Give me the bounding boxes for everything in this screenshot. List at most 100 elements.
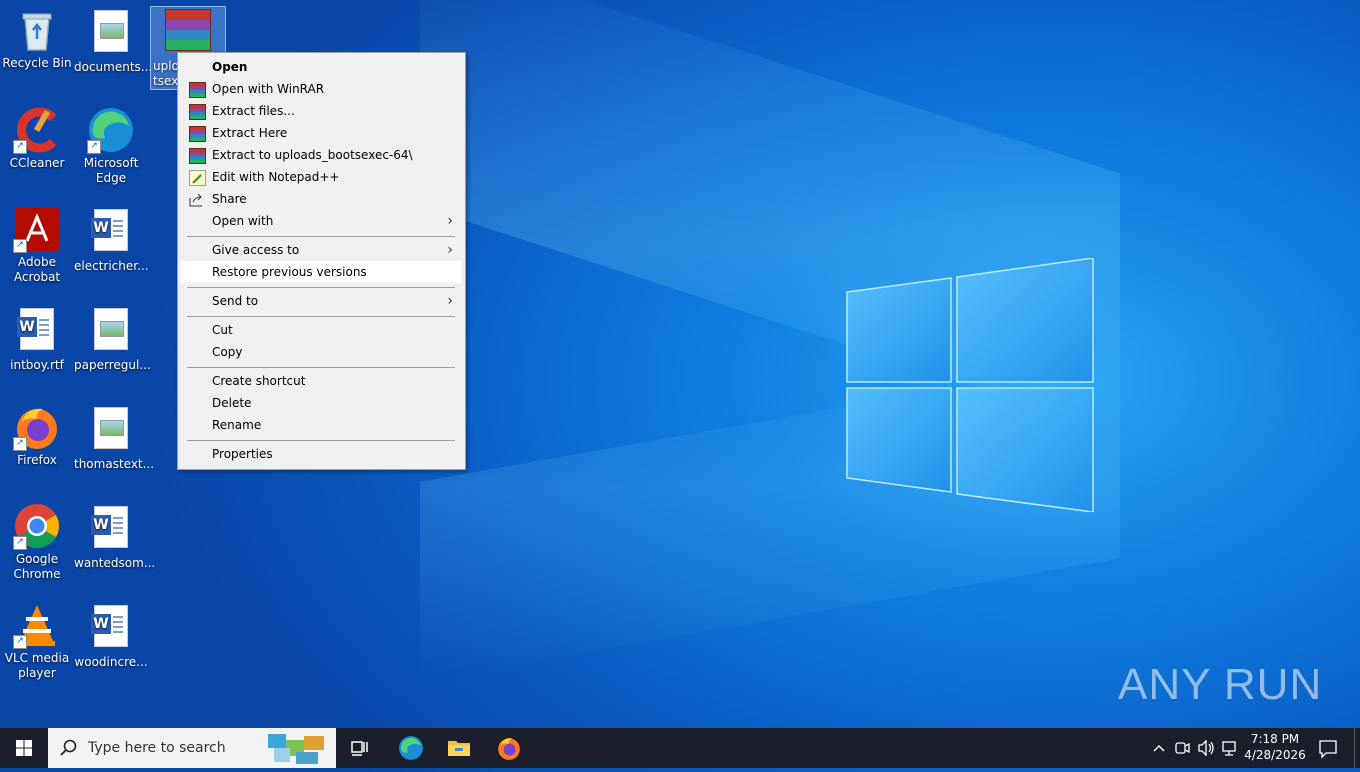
desktop-icon-adobe-acrobat[interactable]: ↗ Adobe Acrobat — [0, 205, 74, 285]
desktop-icon-electricher[interactable]: W electricher... — [74, 205, 149, 274]
winrar-icon — [189, 104, 206, 120]
image-file-icon — [87, 308, 135, 356]
menu-item-label: Open — [212, 60, 248, 74]
show-desktop-button[interactable] — [1354, 728, 1360, 768]
menu-item-share[interactable]: Share — [180, 188, 461, 210]
network-button[interactable] — [1220, 728, 1240, 768]
menu-item-label: Open with — [212, 214, 274, 228]
winrar-icon — [189, 148, 206, 164]
task-view-button[interactable] — [336, 728, 384, 768]
menu-item-create-shortcut[interactable]: Create shortcut — [180, 370, 461, 392]
show-hidden-icons-button[interactable] — [1150, 728, 1168, 768]
camera-icon — [1175, 742, 1190, 754]
shortcut-arrow-icon: ↗ — [13, 140, 27, 154]
ccleaner-icon: ↗ — [13, 106, 61, 154]
chevron-right-icon: › — [447, 242, 453, 258]
share-icon — [189, 192, 204, 207]
desktop-icon-label: documents... — [74, 60, 153, 74]
menu-item-open-with[interactable]: Open with › — [180, 210, 461, 232]
volume-button[interactable] — [1196, 728, 1216, 768]
menu-item-label: Extract Here — [212, 126, 288, 140]
desktop-icon-label: Recycle Bin — [2, 56, 72, 70]
menu-item-label: Delete — [212, 396, 252, 410]
desktop-icon-label: Firefox — [17, 453, 57, 467]
desktop-icon-vlc[interactable]: ↗ VLC media player — [0, 601, 74, 681]
menu-item-extract-to-folder[interactable]: Extract to uploads_bootsexec-64\ — [180, 144, 461, 166]
menu-item-send-to[interactable]: Send to › — [180, 290, 461, 312]
desktop-icon-wantedsom[interactable]: W wantedsom... — [74, 502, 156, 571]
firefox-icon: ↗ — [13, 403, 61, 451]
menu-item-label: Extract files... — [212, 104, 295, 118]
winrar-archive-icon — [164, 9, 212, 57]
menu-item-label: Edit with Notepad++ — [212, 170, 340, 184]
desktop-icon-label: wantedsom... — [74, 556, 156, 570]
image-file-icon — [87, 407, 135, 455]
desktop-icon-thomastext[interactable]: thomastext... — [74, 403, 154, 472]
edge-icon — [399, 736, 423, 760]
menu-item-rename[interactable]: Rename — [180, 414, 461, 436]
image-file-icon — [87, 10, 135, 58]
desktop-icon-label: Microsoft Edge — [83, 156, 139, 185]
menu-item-open-with-winrar[interactable]: Open with WinRAR — [180, 78, 461, 100]
chevron-up-icon — [1153, 745, 1165, 752]
menu-item-cut[interactable]: Cut — [180, 319, 461, 341]
desktop-icon-firefox[interactable]: ↗ Firefox — [0, 403, 74, 468]
taskbar-clock[interactable]: 7:18 PM 4/28/2026 — [1240, 731, 1310, 763]
windows-logo-wallpaper — [846, 258, 1094, 512]
desktop-icon-ccleaner[interactable]: ↗ CCleaner — [0, 106, 74, 171]
taskbar-search-box[interactable]: Type here to search — [48, 728, 336, 768]
taskbar-firefox-button[interactable] — [485, 728, 533, 768]
menu-item-label: Rename — [212, 418, 262, 432]
meet-now-button[interactable] — [1172, 728, 1192, 768]
desktop-icon-label: VLC media player — [4, 651, 70, 680]
taskbar-file-explorer-button[interactable] — [435, 728, 483, 768]
desktop-icon-label: paperregul... — [74, 358, 151, 372]
desktop-icon-label: Google Chrome — [13, 552, 61, 581]
menu-item-edit-notepadpp[interactable]: Edit with Notepad++ — [180, 166, 461, 188]
shortcut-arrow-icon: ↗ — [13, 635, 27, 649]
windows-start-icon — [16, 740, 32, 756]
menu-item-copy[interactable]: Copy — [180, 341, 461, 363]
desktop-icon-label: Adobe Acrobat — [13, 255, 61, 284]
menu-item-properties[interactable]: Properties — [180, 443, 461, 465]
notification-icon — [1319, 740, 1337, 759]
desktop-icon-chrome[interactable]: ↗ Google Chrome — [0, 502, 74, 582]
menu-item-delete[interactable]: Delete — [180, 392, 461, 414]
shortcut-arrow-icon: ↗ — [13, 437, 27, 451]
desktop-icon-recycle-bin[interactable]: Recycle Bin — [0, 6, 74, 71]
menu-separator — [187, 367, 455, 368]
desktop-icon-documents[interactable]: documents... — [74, 6, 153, 75]
taskbar: Type here to search 7:18 PM 4/28/2026 — [0, 728, 1360, 768]
menu-separator — [187, 287, 455, 288]
taskbar-edge-button[interactable] — [387, 728, 435, 768]
speaker-icon — [1198, 739, 1214, 757]
acrobat-icon: ↗ — [13, 205, 61, 253]
menu-item-extract-files[interactable]: Extract files... — [180, 100, 461, 122]
chevron-right-icon: › — [447, 293, 453, 309]
menu-item-restore-previous-versions[interactable]: Restore previous versions — [180, 261, 461, 283]
file-explorer-icon — [448, 741, 470, 756]
chevron-right-icon: › — [447, 213, 453, 229]
desktop-icon-intboy[interactable]: W intboy.rtf — [0, 304, 74, 373]
menu-separator — [187, 440, 455, 441]
menu-item-give-access[interactable]: Give access to › — [180, 239, 461, 261]
search-highlight-puzzle-icon — [266, 730, 328, 766]
desktop-icon-label: intboy.rtf — [10, 358, 64, 372]
menu-item-label: Restore previous versions — [212, 265, 367, 279]
menu-item-extract-here[interactable]: Extract Here — [180, 122, 461, 144]
word-document-icon: W — [13, 308, 61, 356]
menu-item-label: Properties — [212, 447, 273, 461]
menu-item-label: Copy — [212, 345, 243, 359]
menu-item-open[interactable]: Open — [180, 56, 461, 78]
word-document-icon: W — [87, 209, 135, 257]
action-center-button[interactable] — [1314, 728, 1342, 768]
desktop-icon-label: electricher... — [74, 259, 149, 273]
context-menu: Open Open with WinRAR Extract files... E… — [177, 52, 466, 470]
desktop-icon-label: woodincre... — [74, 655, 148, 669]
recycle-bin-icon — [13, 6, 61, 54]
desktop-icon-paperregul[interactable]: paperregul... — [74, 304, 151, 373]
menu-item-label: Cut — [212, 323, 233, 337]
desktop-icon-woodincre[interactable]: W woodincre... — [74, 601, 148, 670]
start-button[interactable] — [0, 728, 48, 768]
desktop-icon-edge[interactable]: ↗ Microsoft Edge — [74, 106, 148, 186]
